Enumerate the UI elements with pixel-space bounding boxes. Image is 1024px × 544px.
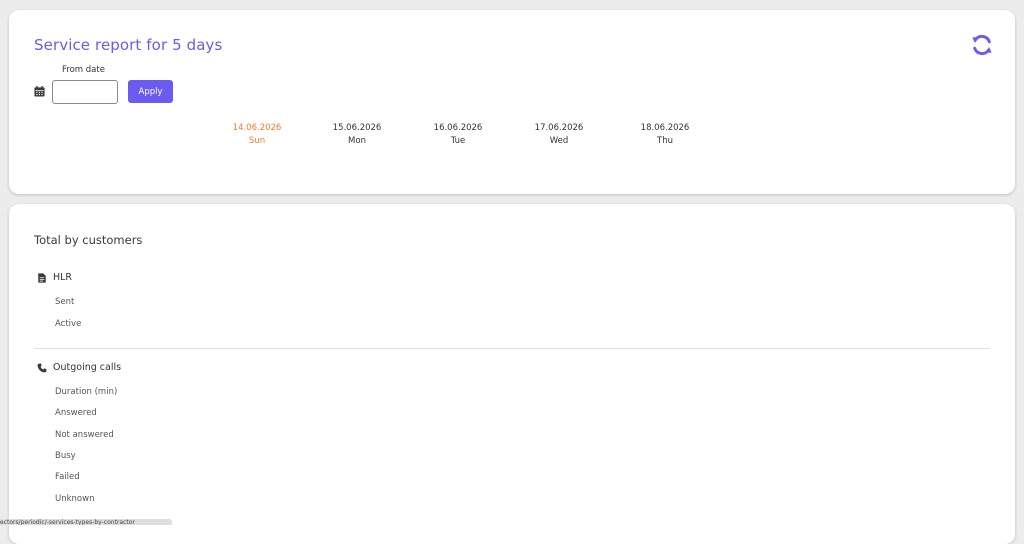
group-title: Outgoing calls <box>53 362 122 373</box>
day-date: 17.06.2026 <box>534 123 584 133</box>
day-weekday: Sun <box>248 136 266 146</box>
day-column-0: 14.06.2026 Sun <box>227 122 287 148</box>
from-date-input[interactable] <box>52 80 118 104</box>
totals-card: Total by customers HLR Sent Active Outgo… <box>9 204 1015 544</box>
metric-row: Active <box>55 319 82 329</box>
day-date: 18.06.2026 <box>640 123 690 133</box>
metric-row: Not answered <box>55 430 114 440</box>
day-column-2: 16.06.2026 Tue <box>428 122 488 148</box>
document-icon <box>38 272 46 283</box>
from-date-label: From date <box>62 65 105 75</box>
group-outgoing-calls-header: Outgoing calls <box>37 362 121 373</box>
apply-button[interactable]: Apply <box>128 80 173 103</box>
day-column-4: 18.06.2026 Thu <box>635 122 695 148</box>
metric-row: Answered <box>55 408 97 418</box>
divider <box>34 348 990 349</box>
day-column-3: 17.06.2026 Wed <box>529 122 589 148</box>
browser-status-bar: ectors/periodic/-services-types-by-contr… <box>0 519 172 525</box>
metric-row: Failed <box>55 472 80 482</box>
group-title: HLR <box>53 272 73 283</box>
day-date: 15.06.2026 <box>332 123 382 133</box>
day-date: 14.06.2026 <box>232 123 282 133</box>
day-weekday: Mon <box>348 136 366 146</box>
phone-icon <box>37 362 47 372</box>
day-weekday: Tue <box>450 136 466 146</box>
metric-row: Sent <box>55 297 75 307</box>
group-hlr-header: HLR <box>37 272 72 283</box>
calendar-icon[interactable] <box>34 86 45 97</box>
section-title: Total by customers <box>34 233 143 247</box>
day-weekday: Thu <box>657 136 673 146</box>
refresh-icon[interactable] <box>971 34 993 56</box>
page-title: Service report for 5 days <box>34 36 223 54</box>
day-date: 16.06.2026 <box>433 123 483 133</box>
metric-row: Unknown <box>55 494 95 504</box>
day-column-1: 15.06.2026 Mon <box>327 122 387 148</box>
day-weekday: Wed <box>549 136 569 146</box>
report-header-card: Service report for 5 days From date Appl… <box>9 10 1015 194</box>
metric-row: Duration (min) <box>55 387 118 397</box>
metric-row: Busy <box>55 451 76 461</box>
